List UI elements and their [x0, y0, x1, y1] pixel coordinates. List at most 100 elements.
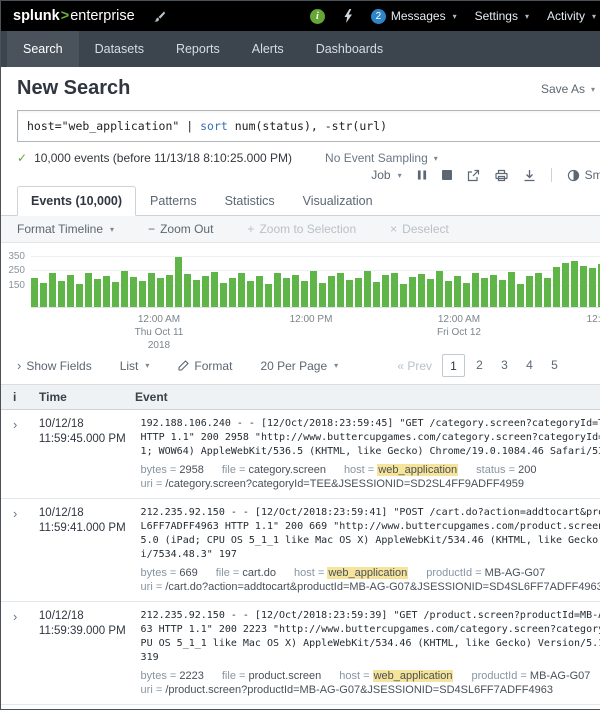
timeline-bar[interactable] [589, 268, 596, 307]
field-value[interactable]: product.screen [248, 670, 321, 682]
prev-page-button[interactable]: « Prev [397, 359, 432, 373]
event-sampling-dropdown[interactable]: No Event Sampling ▾ [325, 151, 438, 165]
field-value[interactable]: MB-AG-G07 [530, 670, 591, 682]
list-view-dropdown[interactable]: List ▾ [120, 359, 150, 373]
appnav-item-dashboards[interactable]: Dashboards [300, 31, 399, 67]
page-button-5[interactable]: 5 [544, 354, 565, 375]
field-name[interactable]: uri [141, 581, 153, 593]
page-button-1[interactable]: 1 [442, 354, 465, 377]
field-value[interactable]: MB-AG-G07 [485, 567, 546, 579]
field-name[interactable]: uri [141, 684, 153, 696]
timeline-bar[interactable] [319, 283, 326, 307]
timeline-bar[interactable] [436, 271, 443, 307]
timeline-bar[interactable] [346, 280, 353, 307]
timeline-bar[interactable] [283, 278, 290, 307]
search-input[interactable]: host="web_application" | sort num(status… [17, 110, 600, 142]
timeline-bar[interactable] [265, 284, 272, 307]
settings-menu[interactable]: Settings ▾ [475, 9, 529, 23]
field-value[interactable]: web_application [327, 567, 408, 579]
timeline-bar[interactable] [94, 279, 101, 307]
timeline-bar[interactable] [31, 278, 38, 307]
timeline-bar[interactable] [130, 277, 137, 307]
field-value[interactable]: web_application [377, 464, 458, 476]
save-as-button[interactable]: Save As ▾ [541, 77, 595, 96]
field-value[interactable]: 2223 [179, 670, 203, 682]
timeline-bar[interactable] [58, 281, 65, 307]
timeline-bar[interactable] [364, 271, 371, 307]
timeline-bar[interactable] [328, 276, 335, 307]
field-name[interactable]: productId [471, 670, 517, 682]
timeline-bar[interactable] [49, 273, 56, 307]
field-name[interactable]: status [476, 464, 505, 476]
format-timeline-dropdown[interactable]: Format Timeline ▾ [17, 222, 114, 236]
timeline-bar[interactable] [112, 282, 119, 307]
field-name[interactable]: host [294, 567, 315, 579]
field-name[interactable]: bytes [141, 670, 167, 682]
timeline-bar[interactable] [382, 275, 389, 307]
timeline-bar[interactable] [373, 282, 380, 307]
field-name[interactable]: file [222, 670, 236, 682]
field-value[interactable]: /cart.do?action=addtocart&productId=MB-A… [165, 581, 600, 593]
deselect-button[interactable]: × Deselect [390, 222, 449, 236]
tab-statistics[interactable]: Statistics [211, 186, 289, 216]
field-name[interactable]: bytes [141, 567, 167, 579]
tab-events-10-000[interactable]: Events (10,000) [17, 186, 136, 216]
expand-chevron-icon[interactable]: › [13, 609, 17, 624]
timeline-bar[interactable] [580, 266, 587, 307]
field-name[interactable]: host [344, 464, 365, 476]
timeline-bar[interactable] [157, 278, 164, 307]
field-name[interactable]: file [216, 567, 230, 579]
timeline-bar[interactable] [256, 276, 263, 307]
timeline-bar[interactable] [40, 283, 47, 307]
app-icon[interactable] [153, 10, 166, 23]
field-value[interactable]: /category.screen?categoryId=TEE&JSESSION… [165, 478, 524, 490]
tab-patterns[interactable]: Patterns [136, 186, 211, 216]
timeline-bar[interactable] [526, 276, 533, 307]
timeline-bar[interactable] [175, 257, 182, 307]
appnav-item-datasets[interactable]: Datasets [79, 31, 160, 67]
timeline-bar[interactable] [454, 276, 461, 307]
pause-button[interactable] [417, 169, 427, 181]
timeline-bar[interactable] [355, 278, 362, 307]
zoom-out-button[interactable]: − Zoom Out [148, 222, 213, 236]
timeline-bar[interactable] [247, 281, 254, 307]
expand-chevron-icon[interactable]: › [13, 506, 17, 521]
timeline-bar[interactable] [490, 275, 497, 307]
timeline-bar[interactable] [193, 280, 200, 307]
field-value[interactable]: web_application [373, 670, 454, 682]
header-time[interactable]: Time [39, 385, 135, 409]
timeline-bar[interactable] [337, 273, 344, 307]
event-time-cell[interactable]: 10/12/1811:59:41.000 PM [39, 499, 141, 601]
timeline-bar[interactable] [148, 273, 155, 307]
timeline-bar[interactable] [571, 261, 578, 307]
timeline-bar[interactable] [76, 284, 83, 307]
field-name[interactable]: productId [426, 567, 472, 579]
field-name[interactable]: uri [141, 478, 153, 490]
info-icon[interactable]: i [310, 9, 325, 24]
per-page-dropdown[interactable]: 20 Per Page ▾ [260, 359, 338, 373]
timeline-bar[interactable] [301, 281, 308, 307]
timeline-bar[interactable] [238, 273, 245, 307]
bolt-icon[interactable] [343, 9, 353, 23]
messages-menu[interactable]: 2 Messages ▾ [371, 9, 457, 24]
event-time-cell[interactable]: 10/12/1811:59:39.000 PM [39, 602, 141, 704]
timeline-bar[interactable] [67, 275, 74, 307]
field-name[interactable]: host [339, 670, 360, 682]
timeline-bar[interactable] [166, 275, 173, 307]
timeline-bar[interactable] [85, 273, 92, 307]
expand-chevron-icon[interactable]: › [13, 417, 17, 432]
timeline-bar[interactable] [409, 277, 416, 307]
appnav-item-search[interactable]: Search [7, 31, 79, 67]
appnav-item-reports[interactable]: Reports [160, 31, 236, 67]
print-button[interactable] [495, 169, 508, 182]
show-fields-toggle[interactable]: › Show Fields [17, 358, 92, 373]
timeline-bar[interactable] [463, 283, 470, 307]
timeline-bar[interactable] [553, 267, 560, 307]
job-dropdown[interactable]: Job ▾ [371, 168, 401, 182]
activity-menu[interactable]: Activity ▾ [547, 9, 596, 23]
export-button[interactable] [523, 169, 536, 182]
timeline-bar[interactable] [274, 273, 281, 307]
field-value[interactable]: 669 [179, 567, 197, 579]
zoom-to-selection-button[interactable]: + Zoom to Selection [247, 222, 356, 236]
tab-visualization[interactable]: Visualization [289, 186, 387, 216]
